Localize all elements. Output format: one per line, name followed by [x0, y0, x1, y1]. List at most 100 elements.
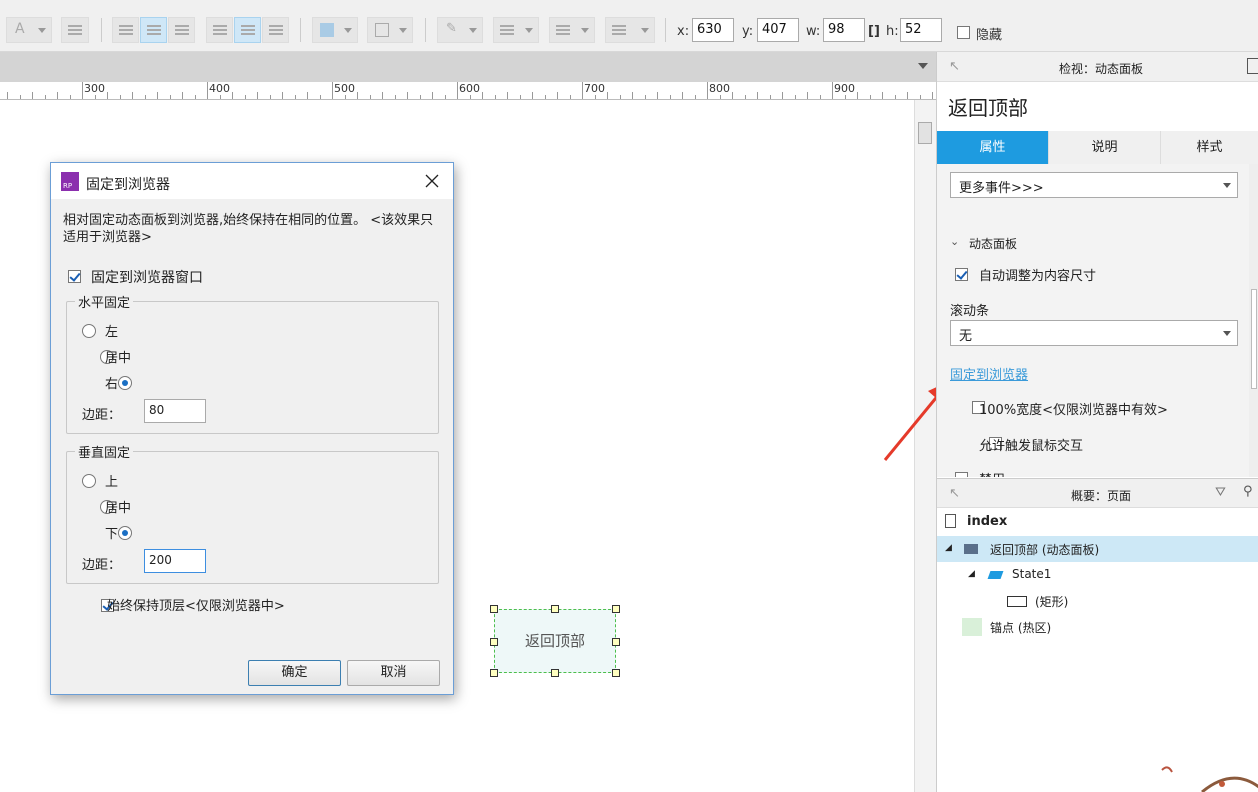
- y-input[interactable]: 407: [757, 18, 799, 42]
- ruler-tick: [444, 95, 446, 99]
- tab-properties[interactable]: 属性: [937, 131, 1049, 164]
- resize-handle[interactable]: [490, 605, 498, 613]
- ruler-tick: [232, 92, 233, 99]
- ruler-tick: [319, 95, 321, 99]
- ruler-tick: [294, 95, 296, 99]
- align-top-button[interactable]: [206, 17, 233, 43]
- pin-to-browser-link[interactable]: 固定到浏览器: [950, 364, 1028, 383]
- cancel-button[interactable]: 取消: [347, 660, 440, 686]
- fill-color-icon: [320, 23, 334, 37]
- auto-fit-checkbox[interactable]: [955, 268, 968, 281]
- v-bottom-radio[interactable]: [118, 525, 133, 540]
- line-style-icon: [556, 25, 570, 27]
- auto-fit-label: 自动调整为内容尺寸: [979, 269, 1097, 284]
- list-button[interactable]: [61, 17, 89, 43]
- horizontal-group-title: 水平固定: [75, 292, 134, 311]
- axure-app-icon: RP: [61, 172, 79, 191]
- align-center-button[interactable]: [140, 17, 167, 43]
- section-title: 动态面板: [969, 237, 1018, 251]
- pin-browser-checkbox[interactable]: [68, 270, 81, 283]
- ruler-tick: [194, 95, 196, 99]
- ruler-tick: [544, 95, 546, 99]
- search-icon[interactable]: ⚲: [1243, 484, 1253, 499]
- w-input[interactable]: 98: [823, 18, 865, 42]
- back-to-top-widget[interactable]: 返回顶部: [494, 609, 616, 673]
- scrollbar-thumb[interactable]: [918, 122, 932, 144]
- align-bottom-button[interactable]: [262, 17, 289, 43]
- expand-icon[interactable]: ◢: [968, 569, 975, 579]
- h-left-radio[interactable]: [82, 323, 96, 338]
- outline-item[interactable]: (矩形): [1035, 593, 1068, 610]
- ok-button[interactable]: 确定: [248, 660, 341, 686]
- align-middle-button[interactable]: [234, 17, 261, 43]
- align-right-button[interactable]: [168, 17, 195, 43]
- shadow-button[interactable]: [367, 17, 413, 43]
- filter-icon[interactable]: ⛛: [1215, 485, 1226, 500]
- ruler-tick: [569, 95, 571, 99]
- h-right-label: 右: [105, 377, 119, 392]
- ruler-tick: [32, 92, 33, 99]
- lock-ratio-icon[interactable]: []: [868, 24, 880, 39]
- x-input[interactable]: 630: [692, 18, 734, 42]
- font-color-icon: A: [15, 21, 25, 37]
- close-icon[interactable]: [425, 174, 439, 188]
- ruler-tick: [94, 95, 96, 99]
- ruler-tick: [919, 95, 921, 99]
- align-top-icon: [213, 25, 227, 27]
- page-icon[interactable]: [1247, 58, 1258, 74]
- line-width-button[interactable]: [493, 17, 539, 43]
- partial-label: 禁用: [979, 469, 1005, 477]
- ruler-tick-label: 400: [209, 82, 230, 95]
- ruler-tick-label: 300: [84, 82, 105, 95]
- ruler-tick: [619, 95, 621, 99]
- inspector-header: ↖ 检视：动态面板: [937, 52, 1258, 82]
- more-events-select[interactable]: 更多事件>>>: [950, 172, 1238, 198]
- line-color-button[interactable]: ✎: [437, 17, 483, 43]
- tab-style[interactable]: 样式: [1161, 131, 1258, 164]
- w-label: w:: [806, 24, 821, 39]
- h-right-radio[interactable]: [118, 375, 133, 390]
- tab-notes[interactable]: 说明: [1049, 131, 1161, 164]
- keep-top-label: 始终保持顶层<仅限浏览器中>: [107, 599, 285, 614]
- h-left-label: 左: [105, 325, 119, 340]
- canvas-tabbar: [0, 52, 936, 82]
- outline-item[interactable]: 返回顶部 (动态面板): [990, 541, 1099, 558]
- line-style-button[interactable]: [549, 17, 595, 43]
- full-width-label: 100%宽度<仅限浏览器中有效>: [979, 403, 1168, 418]
- collapse-icon[interactable]: ↖: [949, 486, 960, 501]
- ruler-tick: [482, 92, 483, 99]
- right-panel: ↖ 检视：动态面板 返回顶部 属性 说明 样式 更多事件>>> ⌄ 动态面板 自…: [936, 52, 1258, 792]
- chevron-down-icon[interactable]: ⌄: [950, 235, 959, 248]
- font-color-button[interactable]: A: [6, 17, 52, 43]
- scrollbar-select[interactable]: 无: [950, 320, 1238, 346]
- state-icon: [987, 571, 1004, 579]
- fill-color-button[interactable]: [312, 17, 358, 43]
- collapse-icon[interactable]: ↖: [949, 59, 960, 74]
- v-top-radio[interactable]: [82, 473, 96, 488]
- widget-name[interactable]: 返回顶部: [948, 92, 1028, 121]
- resize-handle[interactable]: [551, 605, 559, 613]
- resize-handle[interactable]: [612, 669, 620, 677]
- outline-item[interactable]: State1: [1012, 567, 1051, 581]
- align-left-button[interactable]: [112, 17, 139, 43]
- resize-handle[interactable]: [490, 638, 498, 646]
- resize-handle[interactable]: [490, 669, 498, 677]
- h-input[interactable]: 52: [900, 18, 942, 42]
- y-label: y:: [742, 24, 754, 39]
- hide-checkbox[interactable]: [957, 26, 970, 39]
- h-margin-input[interactable]: 80: [144, 399, 206, 423]
- ruler-tick: [157, 92, 158, 99]
- ruler-tick: [694, 95, 696, 99]
- x-label: x:: [677, 24, 690, 39]
- resize-handle[interactable]: [551, 669, 559, 677]
- outline-page[interactable]: index: [967, 514, 1007, 529]
- arrow-style-button[interactable]: [605, 17, 655, 43]
- resize-handle[interactable]: [612, 638, 620, 646]
- tab-menu-icon[interactable]: [918, 63, 928, 69]
- resize-handle[interactable]: [612, 605, 620, 613]
- outline-item[interactable]: 锚点 (热区): [990, 619, 1051, 636]
- properties-scrollbar[interactable]: [1249, 164, 1258, 477]
- expand-icon[interactable]: ◢: [945, 543, 952, 553]
- v-margin-input[interactable]: 200: [144, 549, 206, 573]
- align-middle-icon: [241, 25, 255, 27]
